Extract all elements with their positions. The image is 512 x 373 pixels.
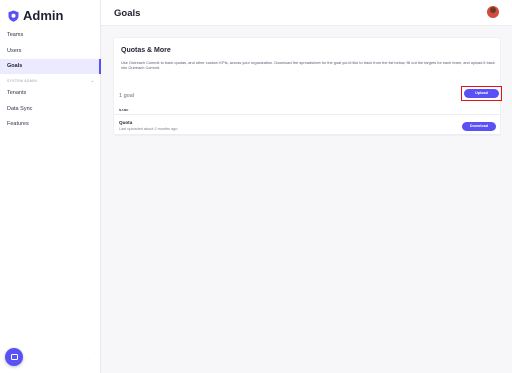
avatar[interactable] <box>487 6 499 18</box>
sidebar-section-system-admin[interactable]: SYSTEM ADMIN ⌄ <box>0 76 101 86</box>
goal-name: Quota <box>119 120 133 125</box>
sidebar-nav: Teams Users Goals SYSTEM ADMIN ⌄ Tenants… <box>0 28 101 133</box>
sidebar-item-features[interactable]: Features <box>0 117 101 132</box>
avatar-face-icon <box>490 7 496 13</box>
chevron-down-icon: ⌄ <box>90 78 95 84</box>
sidebar: Admin Teams Users Goals SYSTEM ADMIN ⌄ T… <box>0 0 101 373</box>
brand-title: Admin <box>23 8 64 23</box>
sidebar-item-teams[interactable]: Teams <box>0 28 101 43</box>
goal-count: 1 goal <box>119 93 134 99</box>
sidebar-item-tenants[interactable]: Tenants <box>0 86 101 101</box>
goal-last-uploaded: Last uploaded about 2 months ago <box>119 126 178 131</box>
card-title: Quotas & More <box>121 47 171 54</box>
table-divider <box>114 134 500 135</box>
page-header: Goals <box>101 0 512 26</box>
chat-icon <box>10 354 18 360</box>
table-divider <box>114 114 500 115</box>
sidebar-item-users[interactable]: Users <box>0 44 101 59</box>
download-button[interactable]: Download <box>462 122 496 131</box>
page-title: Goals <box>114 8 141 19</box>
brand[interactable]: Admin <box>7 8 63 23</box>
sidebar-item-goals[interactable]: Goals <box>0 59 101 74</box>
chat-button[interactable] <box>5 348 23 366</box>
sidebar-section-label: SYSTEM ADMIN <box>7 79 38 83</box>
column-header-name: NAME <box>119 108 129 112</box>
card-description: Use Outreach Commit to track quotas, and… <box>121 60 495 71</box>
version-mark: ··· <box>88 356 91 360</box>
sidebar-item-data-sync[interactable]: Data Sync <box>0 102 101 117</box>
goals-card: Quotas & More Use Outreach Commit to tra… <box>114 38 502 135</box>
shield-logo-icon <box>7 9 19 22</box>
upload-button[interactable]: Upload <box>464 89 499 98</box>
